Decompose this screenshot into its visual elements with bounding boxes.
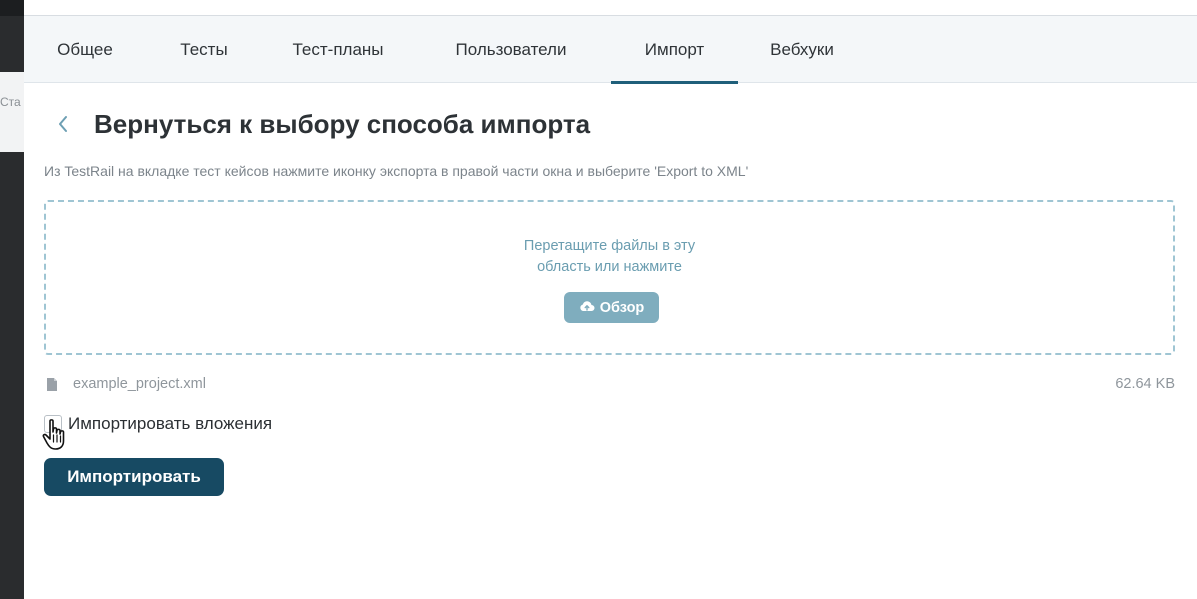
file-name: example_project.xml	[73, 376, 206, 392]
file-size: 62.64 KB	[1115, 376, 1175, 392]
background-window-notch	[0, 0, 24, 16]
tab-general[interactable]: Общее	[37, 16, 133, 83]
dropzone-line-1: Перетащите файлы в эту	[523, 238, 696, 254]
back-header: Вернуться к выбору способа импорта	[48, 104, 590, 144]
import-attachments-checkbox[interactable]	[44, 415, 62, 433]
import-settings-window: Общее Тесты Тест-планы Пользователи Импо…	[24, 0, 1197, 599]
chevron-left-icon[interactable]	[48, 109, 78, 139]
tab-test-plans[interactable]: Тест-планы	[273, 16, 403, 83]
settings-tab-bar: Общее Тесты Тест-планы Пользователи Импо…	[24, 16, 1197, 84]
dropzone-instructions: Перетащите файлы в эту область или нажми…	[46, 236, 1173, 278]
tab-tests[interactable]: Тесты	[152, 16, 256, 83]
document-icon	[46, 377, 58, 392]
browse-button[interactable]: Обзор	[564, 292, 659, 323]
dropzone-line-2: область или нажмите	[537, 259, 682, 275]
import-button[interactable]: Импортировать	[44, 458, 224, 496]
cloud-upload-icon	[579, 300, 595, 316]
import-attachments-label[interactable]: Импортировать вложения	[68, 414, 272, 434]
browse-button-label: Обзор	[599, 299, 645, 316]
background-window-text: Ста	[0, 95, 21, 109]
file-dropzone[interactable]: Перетащите файлы в эту область или нажми…	[44, 200, 1175, 355]
tab-import[interactable]: Импорт	[611, 16, 738, 84]
back-to-import-methods-title[interactable]: Вернуться к выбору способа импорта	[94, 109, 590, 140]
import-attachments-option: Импортировать вложения	[44, 412, 272, 436]
testrail-export-hint: Из TestRail на вкладке тест кейсов нажми…	[44, 163, 749, 179]
uploaded-file-row: example_project.xml 62.64 KB	[44, 374, 1175, 396]
tab-users[interactable]: Пользователи	[436, 16, 586, 83]
tab-webhooks[interactable]: Вебхуки	[751, 16, 853, 83]
background-window-panel	[0, 72, 24, 152]
